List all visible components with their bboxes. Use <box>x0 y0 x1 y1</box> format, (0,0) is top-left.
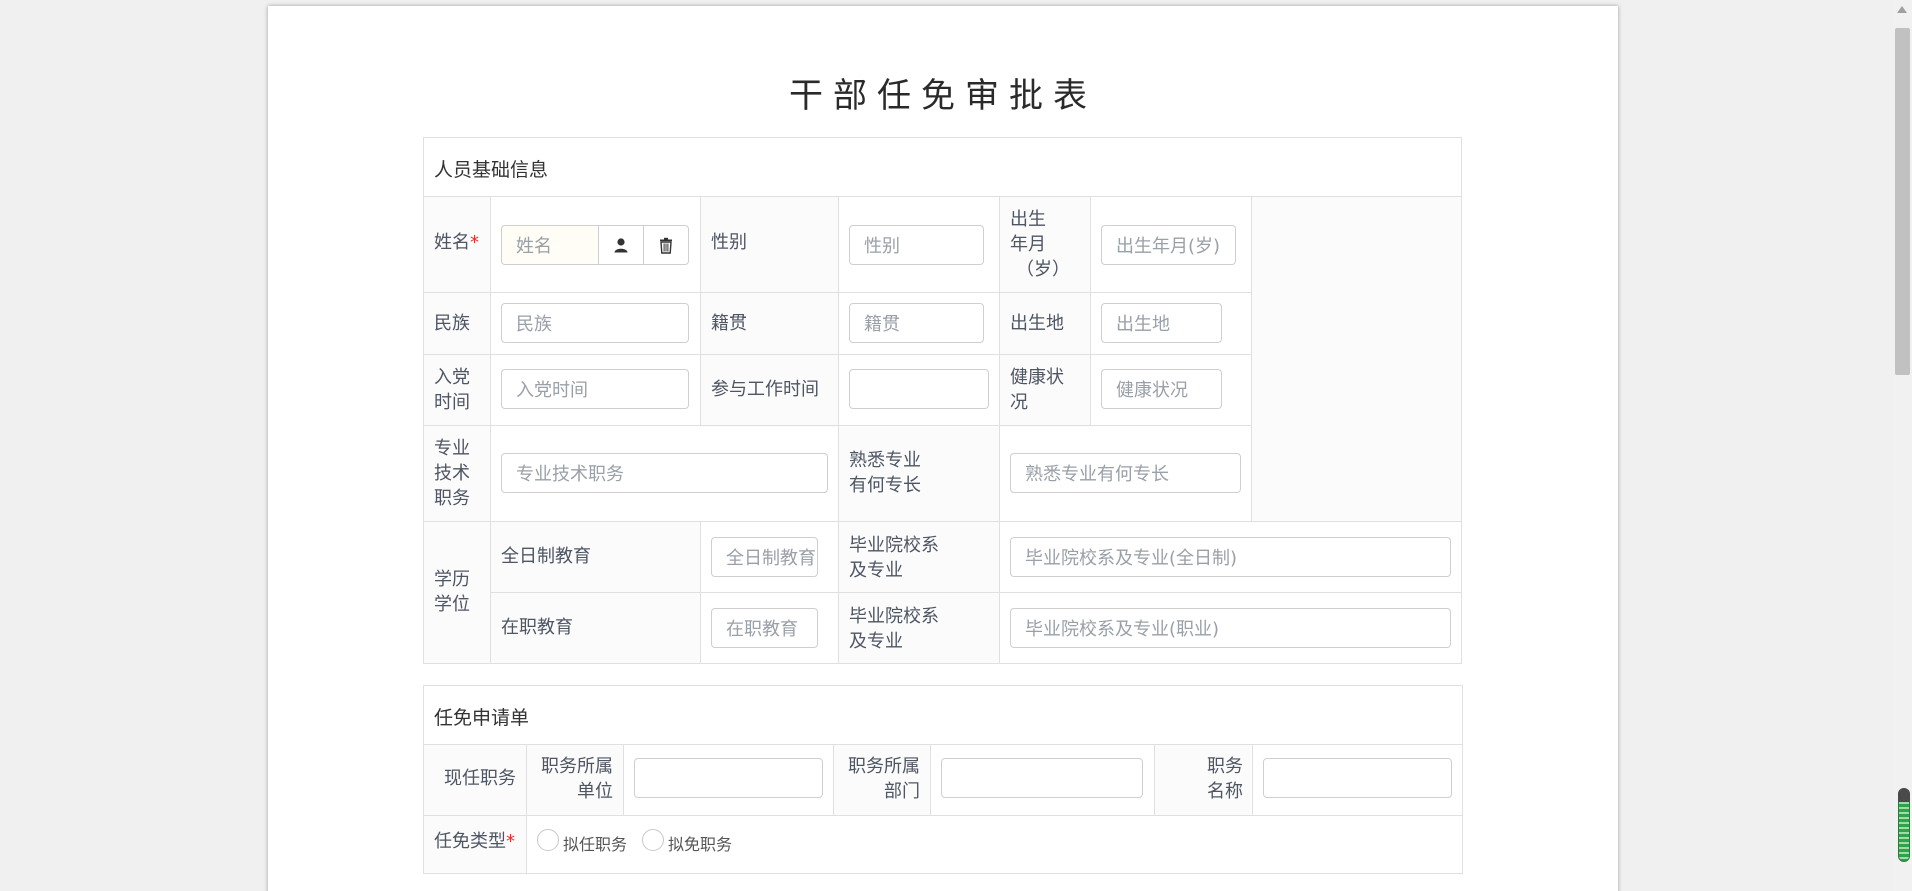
page-title: 干部任免审批表 <box>789 76 1097 116</box>
ethnicity-input[interactable]: 民族 <box>501 303 689 343</box>
post-dept-label: 职务所属 部门 <box>848 756 920 802</box>
native-place-label: 籍贯 <box>711 313 747 334</box>
progress-widget-cap <box>1898 788 1910 802</box>
trash-icon <box>660 237 672 254</box>
tech-post-input[interactable]: 专业技术职务 <box>501 453 828 493</box>
native-place-input[interactable]: 籍贯 <box>849 303 984 343</box>
scrollbar-thumb[interactable] <box>1895 28 1910 375</box>
section-heading-basic-info: 人员基础信息 <box>434 159 549 181</box>
name-label: 姓名 * <box>434 232 479 253</box>
degree-label: 学历 学位 <box>434 569 470 615</box>
health-label: 健康状 况 <box>1010 367 1064 413</box>
ethnicity-label: 民族 <box>434 313 470 334</box>
select-person-button[interactable] <box>598 225 644 265</box>
radio-appoint[interactable] <box>537 829 559 851</box>
radio-appoint-label[interactable]: 拟任职务 <box>563 831 627 855</box>
post-dept-input[interactable] <box>941 758 1143 798</box>
parttime-edu-input[interactable]: 在职教育 <box>711 608 818 648</box>
fulltime-school-input[interactable]: 毕业院校系及专业(全日制) <box>1010 537 1451 577</box>
fulltime-school-label: 毕业院校系 及专业 <box>849 535 939 581</box>
appointment-type-label: 任免类型 * <box>434 831 515 852</box>
party-join-input[interactable]: 入党时间 <box>501 369 689 409</box>
parttime-edu-label: 在职教育 <box>501 617 573 638</box>
parttime-school-label: 毕业院校系 及专业 <box>849 606 939 652</box>
work-start-label: 参与工作时间 <box>711 379 819 400</box>
birthplace-label: 出生地 <box>1010 313 1064 334</box>
health-input[interactable]: 健康状况 <box>1101 369 1222 409</box>
gender-label: 性别 <box>711 232 747 253</box>
work-start-input[interactable] <box>849 369 989 409</box>
section-heading-appointment: 任免申请单 <box>434 707 530 729</box>
clear-person-button[interactable] <box>643 225 689 265</box>
gender-input[interactable]: 性别 <box>849 225 984 265</box>
tech-post-label: 专业 技术 职务 <box>434 438 470 509</box>
birthplace-input[interactable]: 出生地 <box>1101 303 1222 343</box>
current-post-label: 现任职务 <box>444 768 516 789</box>
parttime-school-input[interactable]: 毕业院校系及专业(职业) <box>1010 608 1451 648</box>
birth-input[interactable]: 出生年月(岁) <box>1101 225 1236 265</box>
fulltime-edu-input[interactable]: 全日制教育 <box>711 537 818 577</box>
party-join-label: 入党 时间 <box>434 367 470 413</box>
specialty-input[interactable]: 熟悉专业有何专长 <box>1010 453 1241 493</box>
radio-remove-label[interactable]: 拟免职务 <box>668 831 732 855</box>
fulltime-edu-label: 全日制教育 <box>501 546 591 567</box>
radio-remove[interactable] <box>642 829 664 851</box>
scroll-up-icon[interactable] <box>1897 6 1907 13</box>
name-input[interactable]: 姓名 <box>501 225 599 265</box>
post-name-input[interactable] <box>1263 758 1452 798</box>
post-name-label: 职务 名称 <box>1207 756 1243 802</box>
person-icon <box>614 238 628 253</box>
post-unit-input[interactable] <box>634 758 823 798</box>
post-unit-label: 职务所属 单位 <box>541 756 613 802</box>
specialty-label: 熟悉专业 有何专长 <box>849 450 921 496</box>
birth-label: 出生 年月 （岁） <box>1010 209 1070 280</box>
